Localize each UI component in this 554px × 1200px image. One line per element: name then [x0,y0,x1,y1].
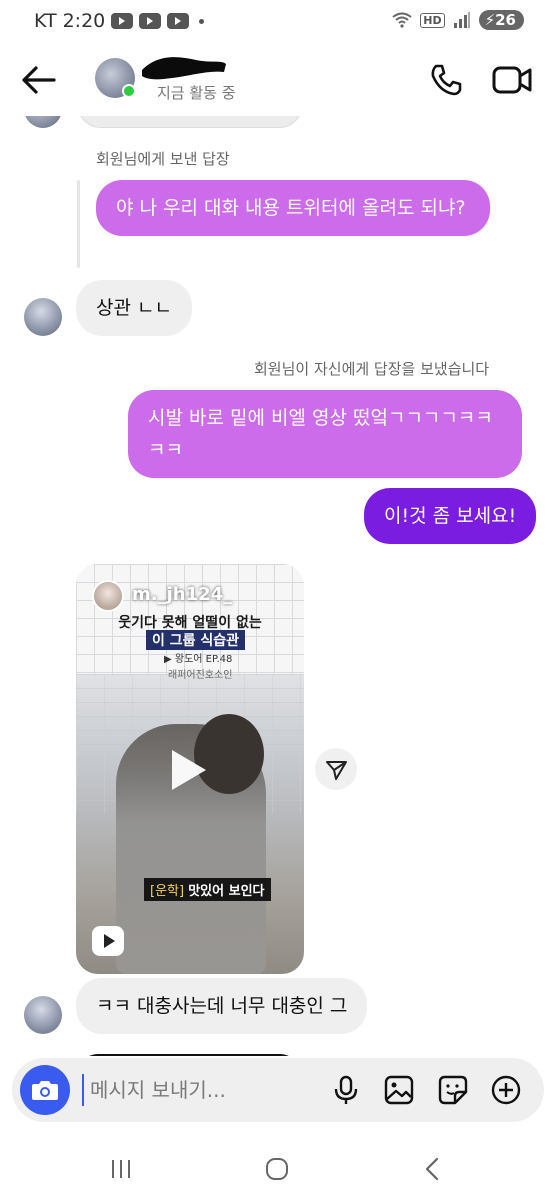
incoming-message-bubble[interactable]: 상관 ㄴㄴ [76,280,192,336]
video-call-icon[interactable] [492,64,532,96]
more-notifications-icon [199,18,205,24]
previous-message-bubble[interactable] [77,116,303,128]
online-indicator [122,84,136,98]
microphone-icon[interactable] [330,1074,362,1106]
outgoing-message-bubble[interactable]: 이!것 좀 보세요! [364,488,537,544]
home-icon[interactable] [262,1154,292,1184]
wifi-icon [392,12,412,28]
self-reply-label: 회원님이 자신에게 답장을 보냈습니다 [254,360,490,378]
message-list[interactable]: 회원님에게 보낸 답장 야 나 우리 대화 내용 트위터에 올려도 되냐? 상관… [0,116,554,1056]
status-left: KT 2:20 [34,10,205,32]
status-bar: KT 2:20 HD ⚡26 [0,0,554,44]
reel-author-avatar[interactable] [92,580,124,612]
reel-caption-line2: 이 그룹 식습관 [146,630,246,650]
signal-icon [453,12,470,28]
play-icon[interactable] [172,750,206,790]
incoming-message-bubble[interactable]: ㅋㅋ 대충사는데 너무 대충인 그 [76,978,368,1034]
share-send-icon[interactable] [315,748,357,790]
reel-author-username[interactable]: m._jh124_ [132,584,232,605]
back-arrow-icon[interactable] [18,62,58,98]
clock: 2:20 [62,10,106,32]
sticker-icon[interactable] [437,1074,469,1106]
back-icon[interactable] [418,1154,448,1184]
battery-indicator: ⚡26 [478,10,524,30]
sender-avatar [24,996,62,1034]
quoted-self-message-bubble[interactable]: 시발 바로 밑에 비엘 영상 떴엌ㄱㄱㄱㄱㅋㅋㅋㅋ [128,390,522,478]
message-input[interactable] [90,1072,320,1108]
reply-context-label: 회원님에게 보낸 답장 [96,150,230,168]
camera-button[interactable] [20,1065,70,1115]
battery-level: 26 [495,11,516,29]
reply-connector [77,180,80,268]
youtube-notification-icon-2 [139,13,162,29]
system-navigation-bar [0,1136,554,1200]
hd-voice-icon: HD [420,12,445,28]
text-caret [82,1074,84,1106]
reel-caption-line1: 웃기다 못해 얼떨이 없는 [118,615,262,631]
recent-apps-icon[interactable] [106,1154,136,1184]
sender-avatar [24,116,62,128]
phone-call-icon[interactable] [428,62,464,98]
reel-subtitle: [운학] 맛있어 보인다 [144,878,271,901]
quoted-message-bubble[interactable]: 야 나 우리 대화 내용 트위터에 올려도 되냐? [96,180,490,236]
shared-reel[interactable]: m._jh124_ 웃기다 못해 얼떨이 없는 이 그룹 식습관 ▶ 왕도어 E… [76,564,304,974]
youtube-notification-icon-3 [167,13,190,29]
reel-caption-line3: ▶ 왕도어 EP.48 [164,654,233,665]
gallery-icon[interactable] [383,1074,415,1106]
reels-icon [92,926,124,956]
activity-status: 지금 활동 중 [157,84,236,102]
message-composer [12,1058,544,1122]
status-right: HD ⚡26 [392,10,524,30]
redaction-scribble [142,57,226,80]
reel-subtitle-speaker: [운학] [150,884,185,899]
sender-avatar [24,298,62,336]
chat-header: 지금 활동 중 [0,44,554,116]
reel-subtitle-text: 맛있어 보인다 [188,884,265,899]
add-plus-icon[interactable] [490,1074,522,1106]
youtube-notification-icon [111,13,134,29]
camera-icon [32,1081,58,1100]
carrier-label: KT [34,10,57,32]
next-shared-media[interactable] [78,1054,300,1056]
reel-caption-line4: 래퍼어진호소인 [168,670,233,681]
